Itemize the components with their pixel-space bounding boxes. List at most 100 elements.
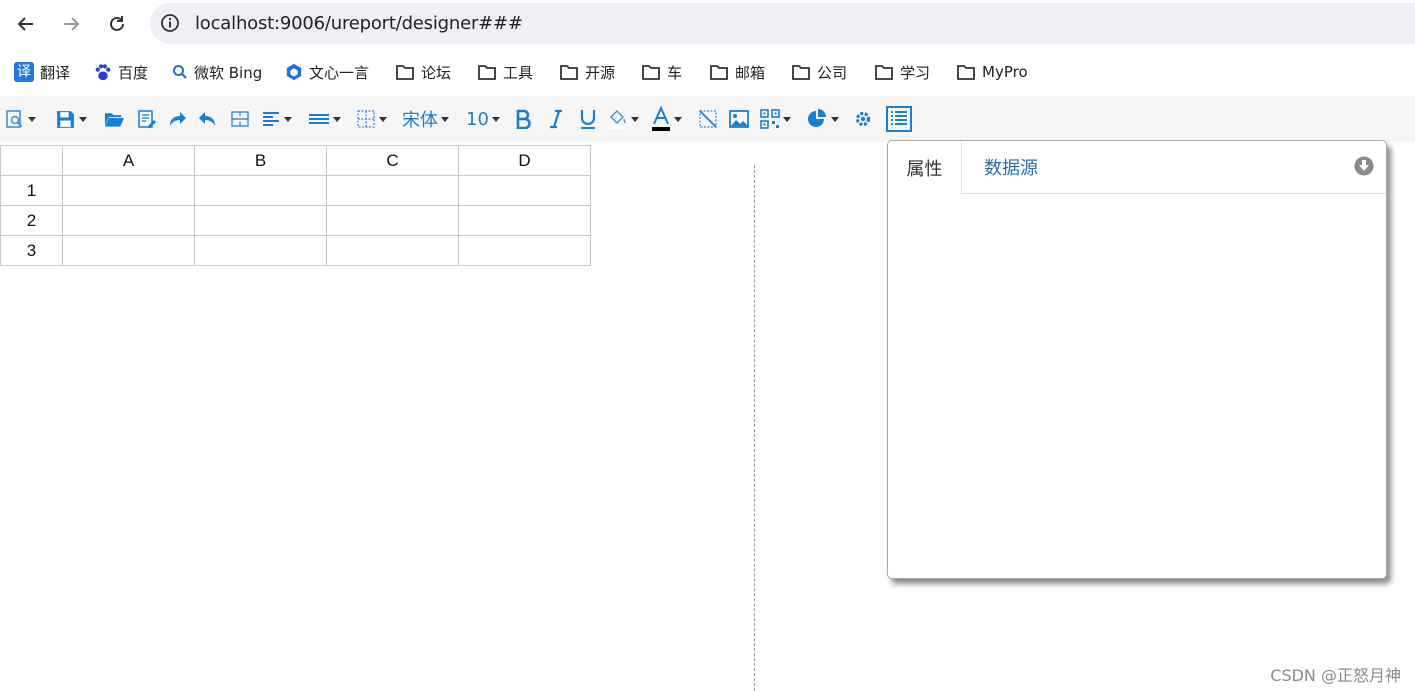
cell-a2[interactable]: [62, 205, 195, 236]
column-header-row: A B C D: [0, 145, 591, 176]
reload-icon: [110, 16, 124, 31]
ernie-cube-icon: [286, 63, 302, 81]
info-icon[interactable]: [160, 13, 180, 33]
valign-dropdown-button[interactable]: [308, 104, 341, 134]
chart-dropdown-button[interactable]: [806, 104, 839, 134]
bookmark-folder-tools[interactable]: 工具: [477, 60, 533, 84]
paint-bucket-icon: [609, 110, 627, 129]
designer-toolbar: 宋体 10: [0, 96, 1415, 142]
browser-address-bar: localhost:9006/ureport/designer###: [0, 0, 1415, 48]
reload-button[interactable]: [105, 12, 129, 36]
cell-d1[interactable]: [458, 175, 591, 206]
arrow-left-icon: [17, 17, 33, 31]
cell-a1[interactable]: [62, 175, 195, 206]
folder-icon: [560, 65, 578, 80]
bookmark-folder-opensource[interactable]: 开源: [559, 60, 615, 84]
slash-cell-button[interactable]: [698, 104, 718, 134]
property-panel-toggle-button[interactable]: [886, 104, 912, 134]
cell-c3[interactable]: [326, 235, 459, 266]
tab-properties[interactable]: 属性: [888, 141, 962, 194]
cell-c1[interactable]: [326, 175, 459, 206]
chevron-down-icon: [831, 116, 839, 122]
chevron-down-icon: [28, 116, 36, 122]
url-text: localhost:9006/ureport/designer###: [195, 13, 523, 34]
bookmark-label: MyPro: [982, 63, 1028, 81]
row-header[interactable]: 2: [0, 205, 63, 236]
font-size-select[interactable]: 10: [466, 104, 500, 134]
bookmark-bing[interactable]: 微软 Bing: [172, 60, 262, 84]
column-header[interactable]: C: [326, 145, 459, 176]
font-family-select[interactable]: 宋体: [402, 104, 449, 134]
chevron-down-icon: [79, 116, 87, 122]
row-header[interactable]: 1: [0, 175, 63, 206]
preview-dropdown-button[interactable]: [5, 104, 36, 134]
cell-b1[interactable]: [194, 175, 327, 206]
column-header[interactable]: B: [194, 145, 327, 176]
download-circle-icon[interactable]: [1354, 156, 1374, 176]
open-button[interactable]: [104, 104, 125, 134]
chevron-down-icon: [674, 116, 682, 122]
bookmark-baidu[interactable]: 百度: [93, 60, 148, 84]
settings-button[interactable]: [853, 104, 873, 134]
arrow-right-icon: [64, 17, 80, 31]
underline-button[interactable]: [579, 104, 597, 134]
cell-b3[interactable]: [194, 235, 327, 266]
fill-color-dropdown-button[interactable]: [608, 104, 639, 134]
font-color-dropdown-button[interactable]: [651, 104, 682, 134]
address-input[interactable]: localhost:9006/ureport/designer###: [150, 3, 1415, 44]
row-header[interactable]: 3: [0, 235, 63, 266]
bookmark-folder-mypro[interactable]: MyPro: [956, 60, 1028, 84]
chevron-down-icon: [783, 116, 791, 122]
folder-icon: [792, 65, 810, 80]
undo-button[interactable]: [198, 104, 218, 134]
watermark: CSDN @正怒月神: [1270, 666, 1401, 685]
column-header[interactable]: D: [458, 145, 591, 176]
bookmark-ernie[interactable]: 文心一言: [285, 60, 369, 84]
italic-button[interactable]: [548, 104, 564, 134]
bookmark-folder-car[interactable]: 车: [641, 60, 682, 84]
cell-c2[interactable]: [326, 205, 459, 236]
cell-b2[interactable]: [194, 205, 327, 236]
merge-cells-button[interactable]: [230, 104, 250, 134]
bookmarks-bar: 译 翻译 百度 微软 Bing 文心一言 论坛 工具 开源 车 邮箱 公司 学习: [0, 56, 1415, 88]
chevron-down-icon: [631, 116, 639, 122]
border-dropdown-button[interactable]: [356, 104, 387, 134]
undo-icon: [199, 112, 215, 126]
redo-button[interactable]: [167, 104, 187, 134]
panel-splitter[interactable]: [754, 165, 755, 691]
cell-d2[interactable]: [458, 205, 591, 236]
property-panel: 属性 数据源: [887, 140, 1387, 579]
bookmark-label: 文心一言: [309, 63, 370, 82]
cell-d3[interactable]: [458, 235, 591, 266]
bookmark-label: 百度: [118, 63, 149, 82]
folder-icon: [957, 65, 975, 80]
save-dropdown-button[interactable]: [55, 104, 87, 134]
bookmark-folder-forum[interactable]: 论坛: [395, 60, 451, 84]
font-size-value: 10: [466, 108, 489, 130]
column-header[interactable]: A: [62, 145, 195, 176]
corner-cell[interactable]: [0, 145, 63, 176]
pie-chart-icon: [808, 109, 826, 127]
list-panel-icon: [886, 106, 912, 132]
back-button[interactable]: [14, 12, 38, 36]
bold-button[interactable]: [515, 104, 531, 134]
bookmark-label: 翻译: [40, 63, 71, 82]
bookmark-label: 车: [667, 63, 683, 82]
baidu-paw-icon: [95, 63, 111, 80]
diagonal-cell-icon: [699, 110, 717, 128]
tab-datasource[interactable]: 数据源: [984, 141, 1038, 193]
qrcode-dropdown-button[interactable]: [760, 104, 791, 134]
folder-icon: [478, 65, 496, 80]
import-button[interactable]: [137, 104, 157, 134]
bookmark-translate[interactable]: 译 翻译: [14, 60, 70, 84]
chevron-down-icon: [491, 116, 500, 122]
cell-a3[interactable]: [62, 235, 195, 266]
insert-image-button[interactable]: [729, 104, 749, 134]
forward-button[interactable]: [59, 12, 83, 36]
bookmark-folder-mail[interactable]: 邮箱: [709, 60, 765, 84]
bookmark-folder-study[interactable]: 学习: [874, 60, 930, 84]
align-dropdown-button[interactable]: [261, 104, 292, 134]
folder-icon: [642, 65, 660, 80]
font-color-icon: [652, 106, 670, 131]
bookmark-folder-company[interactable]: 公司: [791, 60, 847, 84]
